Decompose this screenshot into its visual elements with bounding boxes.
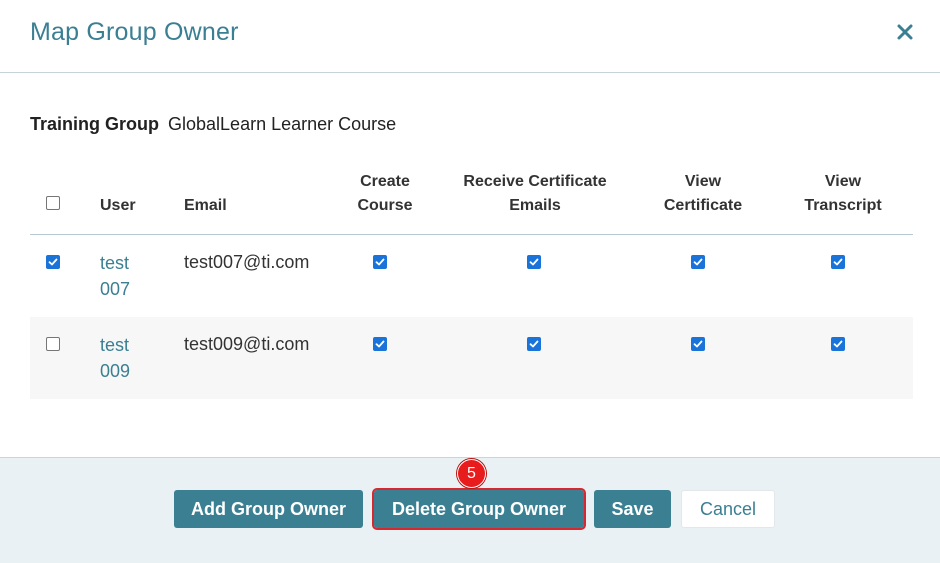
header-user: User <box>100 197 136 214</box>
table-header: User Email Create Course Receive Certifi… <box>30 163 913 235</box>
delete-group-owner-button[interactable]: Delete Group Owner <box>372 488 586 530</box>
create-course-checkbox[interactable] <box>373 255 387 269</box>
dialog-header: Map Group Owner <box>0 0 940 73</box>
view-certificate-checkbox[interactable] <box>691 337 705 351</box>
row-select-checkbox[interactable] <box>46 337 60 351</box>
training-group-value: GlobalLearn Learner Course <box>168 114 397 134</box>
view-certificate-checkbox[interactable] <box>691 255 705 269</box>
header-receive-certificate-emails: Receive Certificate Emails <box>463 173 607 214</box>
email-cell: test009@ti.com <box>184 334 310 354</box>
group-owner-table: User Email Create Course Receive Certifi… <box>30 163 913 399</box>
user-link[interactable]: test 009 <box>100 332 130 384</box>
table-row: test 009 test009@ti.com <box>30 317 913 399</box>
cancel-button[interactable]: Cancel <box>681 490 775 528</box>
training-group-info: Training Group GlobalLearn Learner Cours… <box>30 114 396 135</box>
view-transcript-checkbox[interactable] <box>831 337 845 351</box>
header-email: Email <box>184 197 227 214</box>
select-all-checkbox[interactable] <box>46 196 60 210</box>
create-course-checkbox[interactable] <box>373 337 387 351</box>
row-select-checkbox[interactable] <box>46 255 60 269</box>
receive-certificate-emails-checkbox[interactable] <box>527 337 541 351</box>
step-number-badge: 5 <box>457 459 486 488</box>
map-group-owner-dialog: Map Group Owner Training Group GlobalLea… <box>0 0 940 563</box>
user-link[interactable]: test 007 <box>100 250 130 302</box>
training-group-label: Training Group <box>30 114 159 134</box>
email-cell: test007@ti.com <box>184 252 310 272</box>
save-button[interactable]: Save <box>594 490 671 528</box>
receive-certificate-emails-checkbox[interactable] <box>527 255 541 269</box>
add-group-owner-button[interactable]: Add Group Owner <box>174 490 363 528</box>
header-create-course: Create Course <box>357 173 413 214</box>
close-icon[interactable] <box>893 20 917 44</box>
header-view-certificate: View Certificate <box>663 173 743 214</box>
header-view-transcript: View Transcript <box>804 173 882 214</box>
dialog-title: Map Group Owner <box>30 18 239 46</box>
view-transcript-checkbox[interactable] <box>831 255 845 269</box>
table-row: test 007 test007@ti.com <box>30 235 913 317</box>
